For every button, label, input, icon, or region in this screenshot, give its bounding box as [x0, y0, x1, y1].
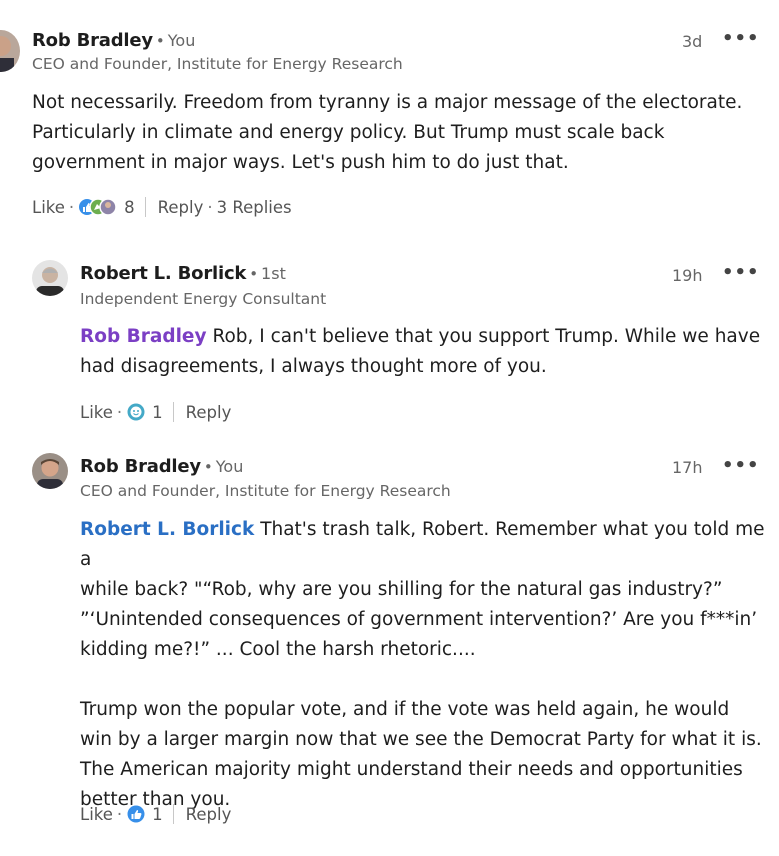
- divider: [172, 804, 174, 824]
- reactions-summary[interactable]: [126, 402, 146, 422]
- comment-actions: Like · 1 Reply: [80, 804, 232, 824]
- mention-link[interactable]: Robert L. Borlick: [80, 519, 254, 540]
- reply-button[interactable]: Reply: [186, 805, 232, 824]
- like-button[interactable]: Like: [80, 403, 113, 422]
- divider: [172, 402, 174, 422]
- comment-text: That's trash talk, Robert. Remember what…: [80, 519, 765, 810]
- more-options-icon[interactable]: •••: [722, 262, 760, 283]
- author-line: Robert L. Borlick • 1st: [80, 263, 286, 284]
- comment-actions: Like · 8 Reply · 3 Replies: [32, 197, 292, 217]
- reaction-count[interactable]: 8: [124, 198, 135, 217]
- author-headline: Independent Energy Consultant: [80, 290, 327, 308]
- reaction-count[interactable]: 1: [152, 805, 163, 824]
- mention-link[interactable]: Rob Bradley: [80, 326, 207, 347]
- more-options-icon[interactable]: •••: [722, 455, 760, 476]
- author-headline: CEO and Founder, Institute for Energy Re…: [32, 55, 403, 73]
- avatar[interactable]: [32, 260, 68, 296]
- timestamp: 17h: [672, 458, 703, 477]
- comment-body: Rob Bradley Rob, I can't believe that yo…: [80, 322, 770, 382]
- author-headline: CEO and Founder, Institute for Energy Re…: [80, 482, 451, 500]
- like-icon: [127, 805, 145, 823]
- comment-text: Not necessarily. Freedom from tyranny is…: [32, 92, 743, 173]
- author-line: Rob Bradley • You: [32, 30, 196, 51]
- comment-body: Robert L. Borlick That's trash talk, Rob…: [80, 515, 775, 815]
- reactions-summary[interactable]: [126, 804, 146, 824]
- timestamp: 19h: [672, 266, 703, 285]
- author-name[interactable]: Rob Bradley: [80, 456, 201, 477]
- relation-badge: You: [215, 457, 244, 476]
- author-line: Rob Bradley • You: [80, 456, 244, 477]
- reply-button[interactable]: Reply: [158, 198, 204, 217]
- reply-button[interactable]: Reply: [186, 403, 232, 422]
- funny-icon: [127, 403, 145, 421]
- avatar[interactable]: [32, 453, 68, 489]
- relation-badge: You: [167, 31, 196, 50]
- like-button[interactable]: Like: [32, 198, 65, 217]
- divider: [144, 197, 146, 217]
- author-name[interactable]: Robert L. Borlick: [80, 263, 246, 284]
- comment-actions: Like · 1 Reply: [80, 402, 232, 422]
- reactions-summary[interactable]: [78, 197, 118, 217]
- like-button[interactable]: Like: [80, 805, 113, 824]
- relation-badge: 1st: [261, 264, 286, 283]
- author-name[interactable]: Rob Bradley: [32, 30, 153, 51]
- more-options-icon[interactable]: •••: [722, 28, 760, 49]
- like-icon: [79, 198, 117, 216]
- timestamp: 3d: [682, 32, 703, 51]
- reaction-count[interactable]: 1: [152, 403, 163, 422]
- avatar[interactable]: [0, 30, 20, 72]
- replies-link[interactable]: 3 Replies: [217, 198, 292, 217]
